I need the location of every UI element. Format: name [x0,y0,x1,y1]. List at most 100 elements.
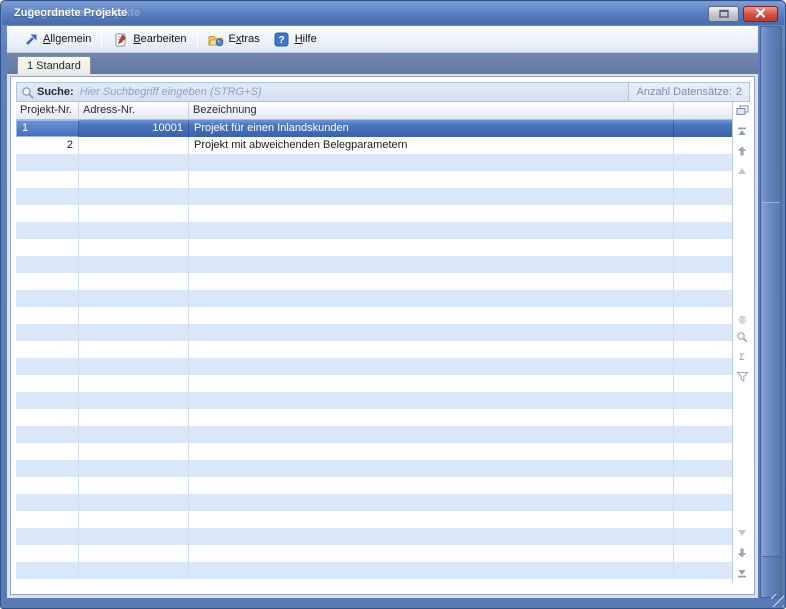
table-cell[interactable] [79,154,189,171]
table-cell[interactable] [79,562,189,579]
table-cell[interactable] [16,171,79,188]
scroll-up-icon[interactable] [735,144,749,158]
table-cell[interactable] [79,494,189,511]
table-cell[interactable] [16,341,79,358]
table-cell[interactable] [189,154,674,171]
table-cell[interactable] [79,205,189,222]
table-cell[interactable] [16,290,79,307]
resize-grip-icon[interactable] [771,594,784,607]
table-cell[interactable] [674,120,732,137]
menu-extras[interactable]: Extras [201,29,267,49]
table-cell[interactable] [674,358,732,375]
table-cell[interactable] [79,239,189,256]
table-cell[interactable] [16,239,79,256]
table-cell[interactable] [79,358,189,375]
table-row[interactable] [16,171,732,188]
table-cell[interactable] [674,409,732,426]
table-cell[interactable] [16,443,79,460]
table-row[interactable] [16,307,732,324]
table-row[interactable] [16,375,732,392]
table-cell[interactable]: Projekt mit abweichenden Belegparametern [189,137,674,154]
table-row[interactable] [16,511,732,528]
table-row[interactable] [16,545,732,562]
page-down-icon[interactable] [735,526,749,540]
table-cell[interactable] [674,375,732,392]
table-cell[interactable] [189,375,674,392]
table-row[interactable] [16,477,732,494]
column-chooser-icon[interactable] [735,103,749,117]
table-cell[interactable] [79,222,189,239]
page-up-icon[interactable] [735,164,749,178]
table-cell[interactable] [79,137,189,154]
scroll-down-icon[interactable] [735,546,749,560]
table-cell[interactable] [674,171,732,188]
table-cell[interactable] [16,426,79,443]
table-cell[interactable] [189,239,674,256]
table-cell[interactable] [189,307,674,324]
table-cell[interactable] [79,392,189,409]
table-cell[interactable] [189,562,674,579]
tab-1-standard[interactable]: 1 Standard [17,56,91,74]
table-cell[interactable] [189,392,674,409]
table-cell[interactable] [79,443,189,460]
table-row[interactable] [16,392,732,409]
table-row[interactable] [16,222,732,239]
table-cell[interactable]: 1 [16,120,79,137]
table-cell[interactable] [189,205,674,222]
table-cell[interactable] [674,545,732,562]
scroll-to-bottom-icon[interactable] [735,566,749,580]
window-scrollbar[interactable] [760,26,782,598]
table-cell[interactable]: Projekt für einen Inlandskunden [189,120,674,137]
table-cell[interactable] [79,511,189,528]
table-cell[interactable] [674,528,732,545]
table-cell[interactable] [16,545,79,562]
column-header-bezeichnung[interactable]: Bezeichnung [189,102,674,119]
scrollbar-thumb[interactable] [762,202,780,557]
table-row[interactable] [16,443,732,460]
table-cell[interactable] [674,290,732,307]
sum-icon[interactable]: Σ [735,350,749,364]
table-cell[interactable] [16,222,79,239]
table-cell[interactable] [16,375,79,392]
table-cell[interactable] [674,511,732,528]
table-cell[interactable] [189,358,674,375]
close-button[interactable] [743,6,778,22]
table-cell[interactable] [79,171,189,188]
table-cell[interactable] [189,426,674,443]
table-cell[interactable] [16,477,79,494]
table-cell[interactable] [189,171,674,188]
table-cell[interactable]: 2 [16,137,79,154]
table-cell[interactable] [674,137,732,154]
table-row[interactable] [16,290,732,307]
table-cell[interactable] [16,188,79,205]
table-row[interactable]: 110001Projekt für einen Inlandskunden [16,120,732,137]
menu-hilfe[interactable]: ? Hilfe [267,29,324,49]
table-cell[interactable] [674,426,732,443]
table-row[interactable] [16,188,732,205]
menu-allgemein[interactable]: Allgemein [15,29,98,49]
table-row[interactable] [16,205,732,222]
table-cell[interactable] [674,562,732,579]
table-cell[interactable] [189,222,674,239]
table-cell[interactable] [16,562,79,579]
table-cell[interactable] [674,239,732,256]
table-cell[interactable] [189,256,674,273]
table-cell[interactable] [16,511,79,528]
table-cell[interactable] [79,256,189,273]
table-cell[interactable] [674,477,732,494]
zoom-search-icon[interactable] [735,330,749,344]
table-cell[interactable] [674,188,732,205]
table-cell[interactable] [79,409,189,426]
table-cell[interactable] [16,324,79,341]
table-cell[interactable] [674,307,732,324]
table-cell[interactable]: 10001 [79,120,189,137]
table-cell[interactable] [16,358,79,375]
table-cell[interactable] [16,205,79,222]
table-cell[interactable] [189,528,674,545]
table-cell[interactable] [79,307,189,324]
search-input[interactable]: Hier Suchbegriff eingeben (STRG+S) [80,86,629,98]
table-row[interactable] [16,341,732,358]
table-cell[interactable] [189,477,674,494]
table-cell[interactable] [674,443,732,460]
maximize-button[interactable] [708,6,739,22]
